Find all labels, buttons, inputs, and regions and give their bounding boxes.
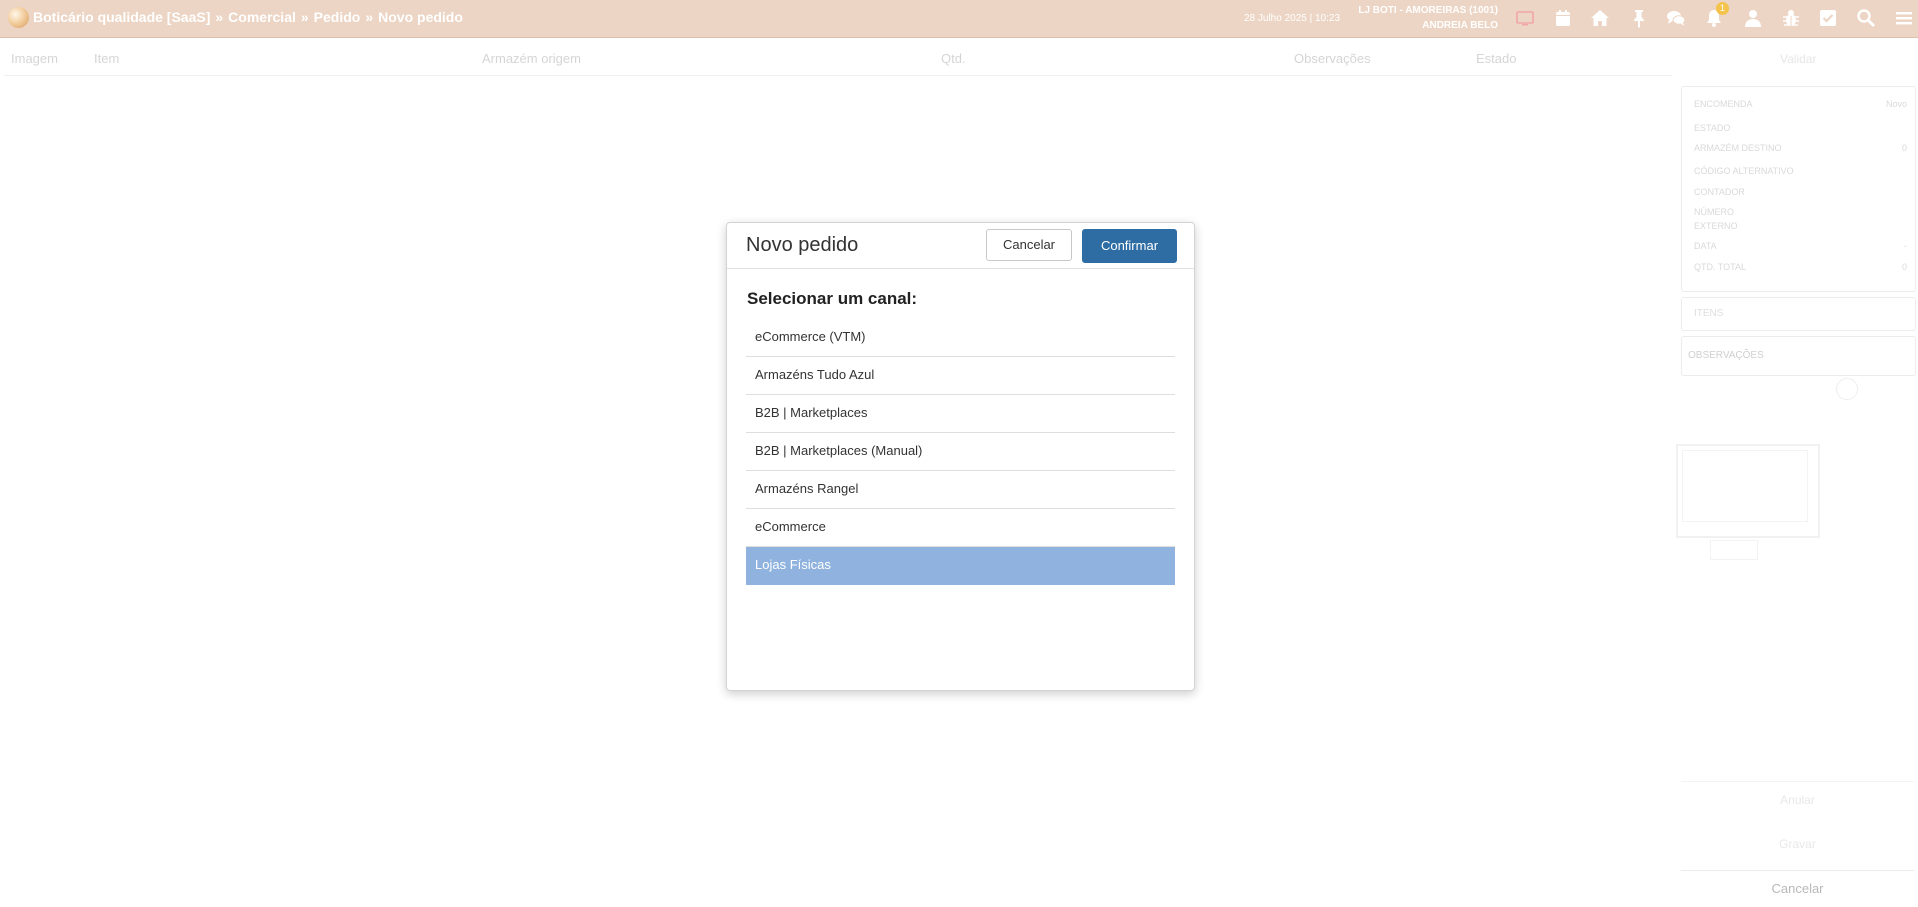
summary-value: 0 — [1901, 143, 1907, 153]
side-cancel-button[interactable]: Cancelar — [1681, 870, 1914, 907]
notification-badge: 1 — [1716, 2, 1729, 15]
modal-header: Novo pedido Cancelar Confirmar — [727, 223, 1194, 269]
items-card[interactable]: ITENS — [1681, 297, 1916, 331]
summary-row-alternative-code: CÓDIGO ALTERNATIVO — [1694, 166, 1907, 176]
breadcrumb-separator: » — [215, 9, 224, 25]
home-icon[interactable] — [1590, 8, 1610, 28]
summary-value: Novo — [1885, 99, 1907, 109]
summary-row-status: ESTADO — [1694, 123, 1907, 133]
summary-label: NÚMERO — [1694, 207, 1734, 217]
summary-row-total-qty: QTD. TOTAL 0 — [1694, 262, 1907, 272]
faded-preview-inner — [1682, 450, 1808, 522]
channel-option-b2b-marketplaces-manual[interactable]: B2B | Marketplaces (Manual) — [746, 433, 1175, 471]
breadcrumb: Boticário qualidade [SaaS]» Comercial» Ped… — [33, 9, 463, 25]
channel-option-ecommerce-vtm[interactable]: eCommerce (VTM) — [746, 319, 1175, 357]
faded-preview-button — [1710, 540, 1758, 560]
summary-row-destination-warehouse: ARMAZÉM DESTINO 0 — [1694, 143, 1907, 153]
breadcrumb-item-novo-pedido: Novo pedido — [378, 9, 463, 25]
date-time: 28 Julho 2025 | 10:23 — [1244, 13, 1341, 24]
app-logo[interactable] — [8, 7, 29, 28]
annul-button[interactable]: Anular — [1681, 781, 1914, 818]
summary-row-date: DATA - — [1694, 241, 1907, 251]
items-table-header: Imagem Item Armazém origem Qtd. Observaç… — [4, 44, 1672, 76]
store-user-info[interactable]: LJ BOTI - AMOREIRAS (1001) ANDREIA BELO — [1352, 3, 1498, 33]
validate-button[interactable]: Validar — [1780, 52, 1816, 66]
channel-option-armazens-tudo-azul[interactable]: Armazéns Tudo Azul — [746, 357, 1175, 395]
modal-title: Novo pedido — [746, 234, 859, 256]
summary-value: 0 — [1901, 262, 1907, 272]
breadcrumb-item-pedido[interactable]: Pedido — [314, 9, 361, 25]
pin-icon[interactable] — [1629, 8, 1649, 28]
summary-label: QTD. TOTAL — [1694, 262, 1747, 272]
notes-card-title: OBSERVAÇÕES — [1688, 350, 1764, 361]
bug-icon[interactable] — [1781, 8, 1801, 28]
new-order-modal: Novo pedido Cancelar Confirmar Seleciona… — [726, 222, 1195, 691]
channel-option-ecommerce[interactable]: eCommerce — [746, 509, 1175, 547]
user-icon[interactable] — [1743, 8, 1763, 28]
column-header-status[interactable]: Estado — [1476, 51, 1516, 66]
menu-icon[interactable] — [1894, 8, 1914, 28]
breadcrumb-item-comercial[interactable]: Comercial — [228, 9, 296, 25]
search-icon[interactable] — [1856, 8, 1876, 28]
save-button[interactable]: Gravar — [1681, 826, 1914, 862]
summary-row-order: ENCOMENDA Novo — [1694, 99, 1907, 109]
channel-list: eCommerce (VTM) Armazéns Tudo Azul B2B |… — [746, 319, 1175, 585]
column-header-notes[interactable]: Observações — [1294, 51, 1371, 66]
summary-label: CÓDIGO ALTERNATIVO — [1694, 166, 1794, 176]
items-card-title: ITENS — [1694, 308, 1724, 319]
user-name: ANDREIA BELO — [1422, 20, 1498, 31]
channel-prompt: Selecionar um canal: — [747, 289, 918, 308]
breadcrumb-separator: » — [365, 9, 374, 25]
summary-row-counter: CONTADOR — [1694, 187, 1907, 197]
column-header-image[interactable]: Imagem — [11, 51, 58, 66]
summary-row-external-number: NÚMERO — [1694, 207, 1907, 217]
channel-option-lojas-fisicas[interactable]: Lojas Físicas — [746, 547, 1175, 585]
calendar-icon[interactable] — [1553, 8, 1573, 28]
confirm-button[interactable]: Confirmar — [1082, 229, 1177, 263]
summary-label: DATA — [1694, 241, 1717, 251]
store-name: LJ BOTI - AMOREIRAS (1001) — [1358, 5, 1498, 16]
column-header-origin-warehouse[interactable]: Armazém origem — [482, 51, 581, 66]
summary-value: - — [1904, 241, 1907, 251]
column-header-quantity[interactable]: Qtd. — [941, 51, 966, 66]
summary-label: EXTERNO — [1694, 221, 1738, 231]
order-summary-card: ENCOMENDA Novo ESTADO ARMAZÉM DESTINO 0 … — [1681, 86, 1916, 292]
check-square-icon[interactable] — [1818, 8, 1838, 28]
notes-card[interactable]: OBSERVAÇÕES — [1681, 336, 1916, 376]
cancel-button[interactable]: Cancelar — [986, 229, 1072, 261]
breadcrumb-separator: » — [300, 9, 309, 25]
summary-label: ENCOMENDA — [1694, 99, 1753, 109]
channel-option-armazens-rangel[interactable]: Armazéns Rangel — [746, 471, 1175, 509]
screen-icon[interactable] — [1515, 8, 1535, 28]
channel-option-b2b-marketplaces[interactable]: B2B | Marketplaces — [746, 395, 1175, 433]
breadcrumb-item-company[interactable]: Boticário qualidade [SaaS] — [33, 9, 210, 25]
column-header-item[interactable]: Item — [94, 51, 119, 66]
bell-icon[interactable]: 1 — [1704, 2, 1729, 28]
summary-label: ESTADO — [1694, 123, 1731, 133]
faded-circle-control — [1836, 378, 1858, 400]
chat-icon[interactable] — [1666, 8, 1686, 28]
summary-row-external-number-2: EXTERNO — [1694, 221, 1907, 231]
top-bar: Boticário qualidade [SaaS]» Comercial» Ped… — [0, 0, 1918, 38]
summary-label: ARMAZÉM DESTINO — [1694, 143, 1782, 153]
summary-label: CONTADOR — [1694, 187, 1745, 197]
